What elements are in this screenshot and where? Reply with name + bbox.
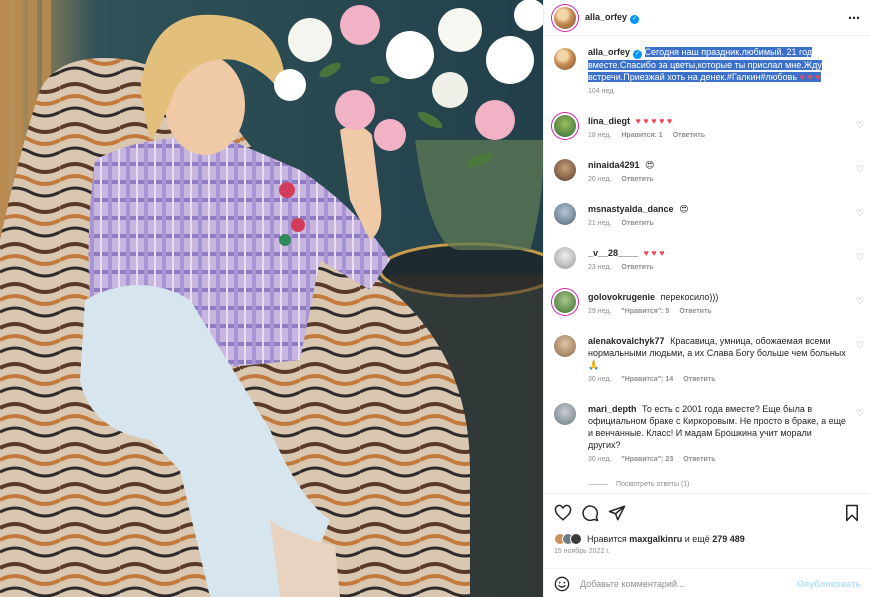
comment-time: 20 нед. [588, 176, 612, 183]
likes-suffix: и ещё [684, 534, 710, 544]
reply-button[interactable]: Ответить [621, 176, 653, 183]
comments-list[interactable]: alla_orfey ✓ Сегодня наш праздник.любимый… [544, 36, 870, 493]
comment-time: 18 нед. [588, 132, 612, 139]
like-comment-icon[interactable]: ♡ [856, 252, 864, 263]
paper-plane-icon[interactable] [608, 504, 626, 522]
comment-likes[interactable]: "Нравится": 23 [621, 456, 673, 463]
comments-panel: alla_orfey ✓ ⋯ alla_orfey ✓ Сегодня наш пр… [543, 0, 870, 597]
author-avatar[interactable] [554, 6, 576, 29]
comment-likes[interactable]: "Нравится": 14 [621, 376, 673, 383]
add-comment-bar: Опубликовать [544, 568, 870, 597]
replies-divider [588, 484, 608, 485]
comment-meta: 18 нед. Нравится: 1 Ответить [588, 130, 846, 142]
like-comment-icon[interactable]: ♡ [856, 164, 864, 175]
commenter-avatar[interactable] [554, 291, 576, 313]
commenter-avatar[interactable] [554, 335, 576, 357]
likes-count[interactable]: 279 489 [712, 534, 745, 544]
comment-item: lina_diegt ♥ ♥ ♥ ♥ ♥ 18 нед. Нравится: 1 О… [554, 115, 864, 142]
like-comment-icon[interactable]: ♡ [856, 120, 864, 131]
comment-item: _v__28____ ♥ ♥ ♥ 23 нед. Ответить ♡ [554, 247, 864, 274]
comment-username[interactable]: msnastyalda_dance [588, 204, 674, 214]
like-comment-icon[interactable]: ♡ [856, 340, 864, 351]
comment-item: golovokrugenie перекосило))) 29 нед. "Нра… [554, 291, 864, 318]
likes-summary: Нравится maxgalkinru и ещё 279 489 [554, 533, 745, 545]
post-photo[interactable] [0, 0, 543, 597]
comment-meta: 21 нед. Ответить [588, 218, 846, 230]
comment-username[interactable]: ninaida4291 [588, 160, 640, 170]
photo-illustration [0, 0, 543, 597]
comment-time: 29 нед. [588, 308, 612, 315]
heart-emoji: ♥ ♥ ♥ [799, 72, 821, 82]
comment-text: 😍 [679, 204, 689, 214]
comment-item: alenakovalchyk77 Красавица, умница, обож… [554, 335, 864, 386]
comment-text: ♥ ♥ ♥ [643, 248, 665, 258]
like-comment-icon[interactable]: ♡ [856, 408, 864, 419]
comment-meta: 20 нед. Ответить [588, 174, 846, 186]
comment-time: 30 нед. [588, 376, 612, 383]
like-comment-icon[interactable]: ♡ [856, 208, 864, 219]
comment-likes[interactable]: Нравится: 1 [621, 132, 662, 139]
comment-meta: 23 нед. Ответить [588, 262, 846, 274]
comment-time: 30 нед. [588, 456, 612, 463]
liker-username[interactable]: maxgalkinru [629, 534, 682, 544]
bookmark-icon[interactable] [843, 504, 861, 522]
smiley-icon[interactable] [554, 576, 570, 592]
comment-emoji: 🙏 [588, 360, 600, 370]
verified-badge-icon: ✓ [630, 14, 640, 24]
comment-text: ♥ ♥ ♥ ♥ ♥ [635, 116, 673, 126]
comment-time: 23 нед. [588, 264, 612, 271]
more-options-icon[interactable]: ⋯ [848, 11, 861, 25]
publish-button[interactable]: Опубликовать [797, 579, 861, 589]
comment-input[interactable] [580, 578, 790, 589]
reply-button[interactable]: Ответить [683, 376, 715, 383]
like-comment-icon[interactable]: ♡ [856, 296, 864, 307]
caption-time: 104 нед. [588, 88, 616, 95]
post-date: 15 ноябрь 2022 г. [554, 548, 610, 555]
comment-time: 21 нед. [588, 220, 612, 227]
commenter-avatar[interactable] [554, 203, 576, 225]
comment-username[interactable]: alenakovalchyk77 [588, 336, 665, 346]
caption-avatar[interactable] [554, 48, 576, 70]
comment-username[interactable]: _v__28____ [588, 248, 638, 258]
caption: alla_orfey ✓ Сегодня наш праздник.любимый… [554, 46, 864, 98]
likes-text[interactable]: Нравится maxgalkinru и ещё 279 489 [587, 534, 745, 544]
comment-item: mari_depth То есть с 2001 года вместе? Е… [554, 403, 864, 466]
comment-text: 😍 [645, 160, 655, 170]
comment-username[interactable]: golovokrugenie [588, 292, 655, 302]
commenter-avatar[interactable] [554, 159, 576, 181]
author-username[interactable]: alla_orfey ✓ [585, 12, 640, 24]
reply-button[interactable]: Ответить [621, 220, 653, 227]
reply-button[interactable]: Ответить [621, 264, 653, 271]
commenter-avatar[interactable] [554, 403, 576, 425]
reply-button[interactable]: Ответить [673, 132, 705, 139]
comment-meta: 30 нед. "Нравится": 23 Ответить [588, 454, 846, 466]
reply-button[interactable]: Ответить [679, 308, 711, 315]
view-replies-label: Посмотреть ответы (1) [616, 481, 690, 488]
liker-avatar [570, 533, 582, 545]
commenter-avatar[interactable] [554, 247, 576, 269]
comment-username[interactable]: mari_depth [588, 404, 637, 414]
comment-text: перекосило))) [660, 292, 719, 302]
reply-button[interactable]: Ответить [683, 456, 715, 463]
post-header: alla_orfey ✓ ⋯ [544, 0, 870, 36]
heart-outline-icon[interactable] [554, 504, 572, 522]
comment-item: ninaida4291 😍 20 нед. Ответить ♡ [554, 159, 864, 186]
instagram-post: alla_orfey ✓ ⋯ alla_orfey ✓ Сегодня наш пр… [0, 0, 870, 597]
verified-badge-icon: ✓ [633, 50, 643, 59]
comment-meta: 29 нед. "Нравится": 5 Ответить [588, 306, 846, 318]
comment-username[interactable]: lina_diegt [588, 116, 630, 126]
comment-item: msnastyalda_dance 😍 21 нед. Ответить ♡ [554, 203, 864, 230]
comment-icon[interactable] [581, 504, 599, 522]
post-actions: Нравится maxgalkinru и ещё 279 489 15 но… [544, 493, 870, 597]
likes-prefix: Нравится [587, 534, 627, 544]
comment-likes[interactable]: "Нравится": 5 [621, 308, 669, 315]
comment-meta: 30 нед. "Нравится": 14 Ответить [588, 374, 846, 386]
view-replies-button[interactable]: Посмотреть ответы (1) [588, 481, 690, 488]
commenter-avatar[interactable] [554, 115, 576, 137]
caption-username[interactable]: alla_orfey ✓ [588, 47, 643, 59]
action-bar [554, 504, 861, 522]
